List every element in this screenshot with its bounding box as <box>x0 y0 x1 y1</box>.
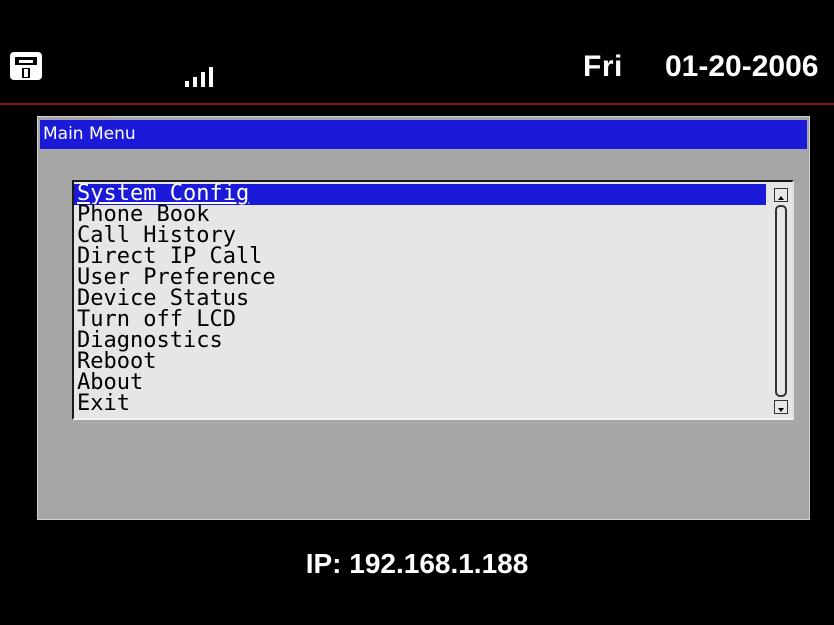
menu-item-diagnostics[interactable]: Diagnostics <box>74 330 766 352</box>
scroll-up-arrow-icon[interactable] <box>774 188 788 202</box>
status-bar: Fri 01-20-2006 <box>0 0 834 104</box>
scroll-down-arrow-icon[interactable] <box>774 400 788 414</box>
phone-icon <box>10 52 42 80</box>
menu-list-box[interactable]: System Config Phone Book Call History Direc… <box>72 180 794 420</box>
panel-title: Main Menu <box>40 120 807 149</box>
day-of-week: Fri <box>583 50 623 83</box>
menu-item-reboot[interactable]: Reboot <box>74 351 766 373</box>
ip-address-label: IP: 192.168.1.188 <box>305 548 529 579</box>
status-divider <box>0 103 834 105</box>
main-menu-panel: Main Menu System Config Phone Book Call Hi… <box>37 116 810 520</box>
scroll-track[interactable] <box>775 205 787 397</box>
scrollbar[interactable] <box>774 188 788 414</box>
menu-list: System Config Phone Book Call History Direc… <box>74 183 766 415</box>
signal-bars-icon <box>185 67 213 87</box>
date-display: 01-20-2006 <box>665 50 819 83</box>
menu-item-about[interactable]: About <box>74 372 766 394</box>
menu-item-exit[interactable]: Exit <box>74 393 766 415</box>
